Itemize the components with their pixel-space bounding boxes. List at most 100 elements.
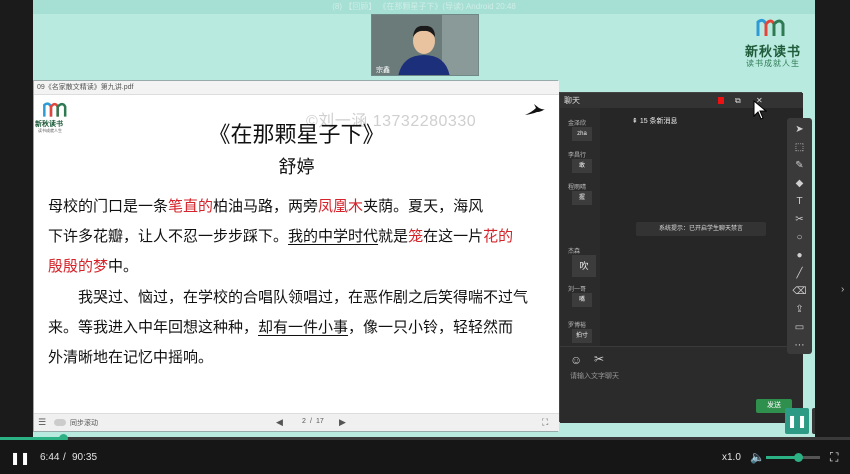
sync-label: 同步滚动 [70,420,98,427]
text-segment: 殷殷的梦 [48,257,109,275]
page-current: 2 [302,418,306,425]
clear-icon[interactable]: ⌫ [787,286,812,297]
text-segment: 外清晰地在记忆中摇响。 [48,348,214,366]
scissors-icon[interactable]: ✂ [787,214,812,225]
text-segment: 在这一片 [423,227,484,245]
pointer-icon[interactable]: ➤ [787,124,812,135]
line-icon[interactable]: ╱ [787,268,812,279]
emoji-icon[interactable]: ☺ [570,353,582,367]
left-letterbox [0,0,33,440]
chat-message: 嘴 [572,293,592,307]
pause-icon[interactable]: ❚❚ [10,451,30,465]
chat-username: 金泽欣 [568,121,587,127]
text-segment: 花的 [483,227,514,245]
window-title-bar: (8) 【回顾】 《在那颗星子下》(导读) Android 20:48 [33,0,815,14]
fullscreen-pdf-icon[interactable]: ⛶ [542,417,548,428]
volume-icon[interactable]: 🔈 [750,450,765,464]
player-controls: ❚❚ 6:44 / 90:35 x1.0 🔈 ⛶ [0,440,850,474]
chat-message: 握 [572,191,592,205]
upload-icon[interactable]: ⇪ [787,304,812,315]
chat-username: 李昌行 [568,153,587,159]
drawing-toolbar: ➤ ⬚ ✎ ◆ T ✂ ○ ● ╱ ⌫ ⇪ ▭ ⋯ [787,118,812,354]
brand-logo-icon [756,18,785,36]
eraser-icon[interactable]: ◆ [787,178,812,189]
text-segment: 笼 [408,227,424,245]
chat-username: 程雨晴 [568,185,587,191]
text-segment: 却有一件小事 [258,318,349,336]
time-total: 90:35 [72,452,98,463]
prev-page-icon[interactable]: ◀ [276,417,283,428]
text-segment: 中。 [108,257,139,275]
text-segment: 夹荫。夏天，海风 [363,197,484,215]
right-letterbox: › [815,0,850,440]
poem-author: 舒婷 [278,157,315,178]
chat-username: 杰森 [568,249,581,255]
text-segment: 母校的门口是一条 [48,197,169,215]
next-page-icon[interactable]: ▶ [339,417,346,428]
text-line-1: 母校的门口是一条笔直的柏油马路，两旁凤凰木夹荫。夏天，海风 [48,195,483,216]
pause-recording-button[interactable]: ❚❚ [785,408,809,434]
text-line-6: 外清晰地在记忆中摇响。 [48,346,213,367]
new-messages-banner[interactable]: ⇞ 15 条新消息 [632,116,678,126]
text-line-4: 我哭过、恼过，在学校的合唱队领唱过，在恶作剧之后笑得喘不过气 [78,286,528,307]
poem-title: 《在那颗星子下》 [208,123,385,148]
text-segment: ，像一只小铃，轻轻然而 [348,318,514,336]
pdf-filename: 09《名家散文精读》第九讲.pdf [34,81,559,95]
chat-input-area: ☺ ✂ 请输入文字聊天 发送 [560,346,803,423]
menu-icon[interactable]: ☰ [38,417,46,428]
text-icon[interactable]: T [787,196,812,207]
teacher-webcam[interactable]: 宗鑫 [371,14,479,76]
page-total: 17 [316,418,324,425]
chat-username: 刘一哥 [568,287,587,293]
text-segment: 就是 [378,227,409,245]
video-stage: (8) 【回顾】 《在那颗星子下》(导读) Android 20:48 新秋读书… [33,0,815,440]
select-icon[interactable]: ⬚ [787,142,812,153]
popout-icon[interactable]: ⧉ [735,93,741,108]
text-segment: 许多花瓣，让人不忍一步步踩下。 [63,227,289,245]
chat-title-text: 聊天 [564,96,580,105]
chat-username: 罗博裕 [568,323,587,329]
chat-message: 敢 [572,159,592,173]
double-up-icon: ⇞ [632,118,640,125]
chat-message-list: 金泽欣 zha 李昌行敢程雨晴握杰森吹刘一哥嘴罗博裕 拍寸 [560,108,600,346]
chat-panel: 聊天 ⧉ ✕ 金泽欣 zha 李昌行敢程雨晴握杰森吹刘一哥嘴罗博裕 拍寸 ⇞ 15 条… [559,92,803,423]
shape-icon[interactable]: ○ [787,232,812,243]
volume-slider[interactable] [766,453,820,462]
text-segment: 来。等我进入中年回想这种种， [48,318,259,336]
chat-message: 拍寸 [572,329,592,343]
bird-pointer-icon [525,104,545,115]
brand-slogan: 读书成就人生 [746,59,800,68]
system-tip: 系统提示：已开启学生聊天禁言 [636,222,766,236]
page-separator: / [310,418,312,425]
chat-input[interactable]: 请输入文字聊天 [570,371,619,381]
screen-icon[interactable]: ▭ [787,322,812,333]
pen-icon[interactable]: ✎ [787,160,812,171]
mouse-cursor-icon [753,100,767,120]
stop-recording-button[interactable] [812,408,815,434]
text-segment: 笔直的 [168,197,214,215]
more-icon[interactable]: ⋯ [787,340,812,351]
time-separator: / [63,452,66,463]
chat-message: zha [572,127,592,141]
pdf-viewer: 09《名家散文精读》第九讲.pdf 新秋读书 读书成就人生 ©刘一涵 13732… [33,80,559,432]
text-segment: 柏油马路，两旁 [213,197,319,215]
record-indicator-icon [718,97,724,104]
teacher-name: 宗鑫 [376,67,390,74]
sync-toggle[interactable] [54,419,66,426]
volume-handle[interactable] [794,453,804,462]
chat-main: ⇞ 15 条新消息 系统提示：已开启学生聊天禁言 [600,108,803,346]
time-current: 6:44 [40,452,60,463]
text-segment: 下 [48,227,64,245]
color-icon[interactable]: ● [787,250,812,261]
scissors-icon[interactable]: ✂ [594,352,604,366]
text-segment: 凤凰木 [318,197,364,215]
playback-speed[interactable]: x1.0 [722,452,741,463]
pdf-page[interactable]: 新秋读书 读书成就人生 ©刘一涵 13732280330 《在那颗星子下》 舒婷… [34,95,559,413]
chat-message: 吹 [572,255,596,277]
text-segment: 我的中学时代 [288,227,379,245]
next-arrow-icon[interactable]: › [841,284,844,295]
text-line-3: 殷殷的梦中。 [48,255,138,276]
fullscreen-icon[interactable]: ⛶ [830,450,838,465]
text-line-2: 下许多花瓣，让人不忍一步步踩下。我的中学时代就是笼在这一片花的 [48,225,513,246]
text-segment: 我哭过、恼过，在学校的合唱队领唱过，在恶作剧之后笑得喘不过气 [78,288,529,306]
